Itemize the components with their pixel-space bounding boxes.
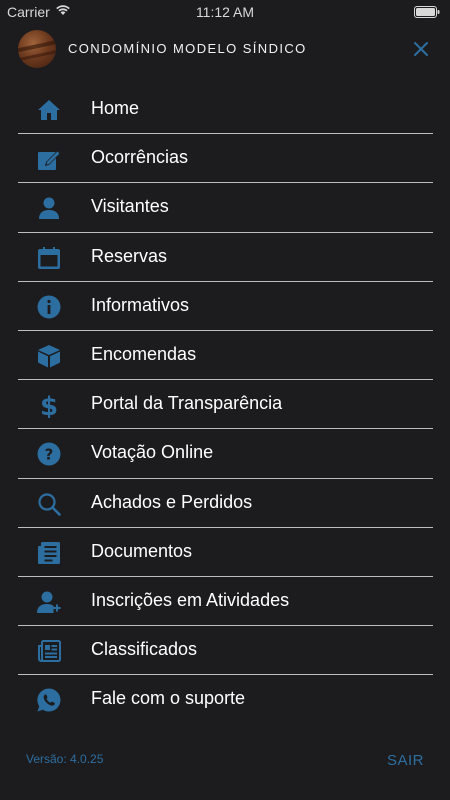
menu-item-votacao[interactable]: ? Votação Online	[18, 429, 433, 479]
close-icon	[414, 42, 428, 56]
search-icon	[38, 492, 61, 516]
status-time: 11:12 AM	[195, 4, 255, 20]
condo-title: CONDOMÍNIO MODELO SÍNDICO	[68, 41, 307, 56]
close-button[interactable]	[410, 38, 432, 60]
menu-item-label: Achados e Perdidos	[91, 491, 253, 512]
menu-item-label: Votação Online	[91, 442, 214, 463]
svg-text:?: ?	[45, 446, 54, 464]
menu-item-documentos[interactable]: Documentos	[18, 528, 433, 577]
menu-item-label: Classificados	[91, 639, 198, 660]
menu-item-label: Reservas	[91, 245, 168, 266]
menu-item-label: Fale com o suporte	[91, 688, 246, 709]
menu-item-portal-transparencia[interactable]: $ Portal da Transparência	[18, 380, 433, 430]
calendar-icon	[38, 246, 60, 269]
menu-item-label: Documentos	[91, 540, 193, 561]
menu-item-label: Portal da Transparência	[91, 393, 283, 414]
menu-item-home[interactable]: Home	[18, 85, 433, 135]
drawer-menu: Home Ocorrências Visitantes Reservas Inf…	[18, 85, 433, 724]
menu-item-inscricoes[interactable]: Inscrições em Atividades	[18, 577, 433, 627]
battery-icon	[414, 5, 440, 21]
menu-item-label: Encomendas	[91, 343, 197, 364]
package-icon	[38, 344, 60, 368]
edit-icon	[38, 151, 60, 171]
info-icon	[37, 295, 61, 319]
menu-item-reservas[interactable]: Reservas	[18, 233, 433, 282]
menu-item-suporte[interactable]: Fale com o suporte	[18, 675, 433, 724]
newspaper-icon	[38, 640, 61, 663]
menu-item-label: Home	[91, 98, 140, 118]
user-icon	[39, 197, 59, 220]
logout-button[interactable]: SAIR	[387, 752, 424, 769]
user-add-icon	[37, 591, 61, 613]
avatar	[18, 30, 56, 68]
svg-text:$: $	[40, 392, 58, 418]
question-icon: ?	[37, 442, 61, 466]
app-version: Versão: 4.0.25	[26, 752, 104, 766]
menu-item-visitantes[interactable]: Visitantes	[18, 183, 433, 233]
drawer-header: CONDOMÍNIO MODELO SÍNDICO	[0, 26, 450, 72]
menu-item-label: Ocorrências	[91, 147, 189, 168]
menu-item-encomendas[interactable]: Encomendas	[18, 331, 433, 381]
home-icon	[38, 100, 60, 120]
status-bar: Carrier 11:12 AM	[0, 0, 450, 22]
menu-item-informativos[interactable]: Informativos	[18, 282, 433, 331]
menu-item-label: Informativos	[91, 294, 190, 315]
dollar-icon: $	[40, 392, 58, 418]
menu-item-achados-perdidos[interactable]: Achados e Perdidos	[18, 479, 433, 528]
menu-item-label: Inscrições em Atividades	[91, 589, 290, 610]
menu-item-ocorrencias[interactable]: Ocorrências	[18, 134, 433, 184]
whatsapp-icon	[37, 688, 61, 712]
document-icon	[38, 541, 60, 564]
menu-item-classificados[interactable]: Classificados	[18, 626, 433, 676]
menu-item-label: Visitantes	[91, 196, 169, 217]
